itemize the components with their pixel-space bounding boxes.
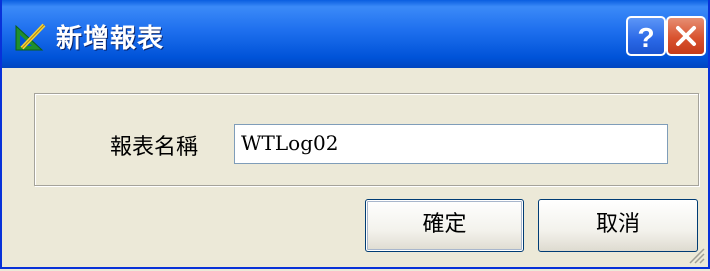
- resize-grip-icon[interactable]: [684, 243, 706, 265]
- new-report-dialog: 新增報表 ? 報表名稱 WTLog02 確定 取消: [0, 0, 710, 269]
- title-bar[interactable]: 新增報表 ?: [2, 0, 708, 68]
- help-icon: ?: [637, 22, 654, 53]
- close-button[interactable]: [666, 16, 706, 56]
- ok-button[interactable]: 確定: [365, 199, 524, 252]
- dialog-body: 報表名稱 WTLog02 確定 取消: [2, 68, 708, 267]
- close-icon: [676, 26, 696, 46]
- cancel-button[interactable]: 取消: [538, 199, 698, 252]
- report-edit-icon: [15, 23, 46, 51]
- svg-text:?: ?: [637, 22, 654, 53]
- help-button[interactable]: ?: [626, 16, 666, 56]
- report-name-label: 報表名稱: [110, 135, 199, 160]
- report-name-input[interactable]: WTLog02: [234, 124, 668, 164]
- dialog-title: 新增報表: [56, 24, 165, 54]
